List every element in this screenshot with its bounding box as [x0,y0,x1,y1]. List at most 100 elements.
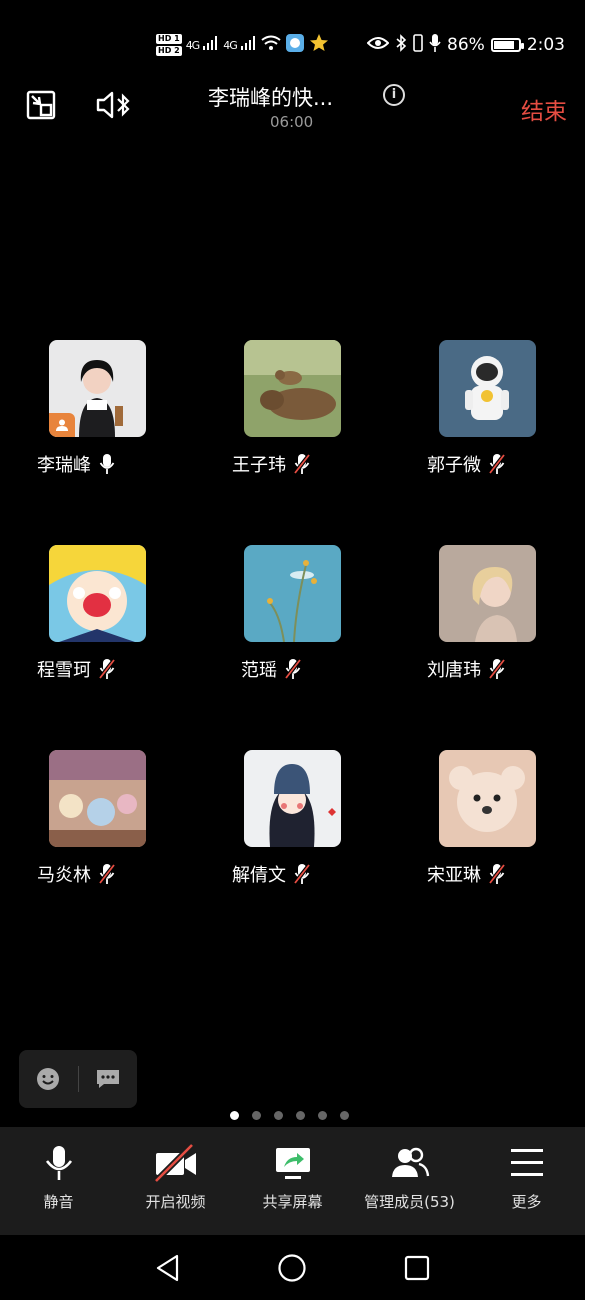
participant-name-row: 马炎林 [0,861,152,887]
back-icon[interactable] [153,1253,183,1283]
minimize-window-icon[interactable] [24,88,58,122]
start-video-button[interactable]: 开启视频 [117,1127,234,1235]
chat-button[interactable] [79,1050,138,1108]
hd1-label: HD 1 [156,34,182,44]
star-icon [309,33,329,58]
members-label: 管理成员(53) [364,1193,455,1211]
participant-name-row: 范瑶 [195,656,347,682]
avatar [49,750,146,847]
participant-name-row: 程雪珂 [0,656,152,682]
more-button[interactable]: 更多 [468,1127,585,1235]
vibrate-icon [413,33,423,57]
share-screen-icon [275,1148,310,1179]
mic-muted-icon [99,658,115,680]
participant-name: 郭子微 [427,455,481,476]
manage-members-button[interactable]: 管理成员(53) [351,1127,468,1235]
network2-label: 4G [223,38,237,52]
network1-label: 4G [185,38,200,52]
meeting-title: 李瑞峰的快... [208,86,334,110]
page-dot[interactable] [274,1111,283,1120]
battery-icon [490,38,524,52]
chat-bubble-icon [96,1070,119,1088]
battery-text: 86% [447,35,485,55]
clock: 2:03 [526,35,565,55]
home-icon[interactable] [277,1253,307,1283]
eye-icon [366,35,390,55]
status-bar: HD 1 HD 2 4G 4G 86% 2:03 [156,28,565,62]
more-label: 更多 [511,1193,542,1211]
wifi-icon [261,35,281,56]
participant-tile[interactable]: 解倩文 [195,750,347,887]
page-dot[interactable] [230,1111,239,1120]
participant-name: 解倩文 [232,865,286,886]
mic-muted-icon [285,658,301,680]
quick-actions [19,1050,137,1108]
speaker-bluetooth-icon[interactable] [94,88,130,122]
meeting-screen: HD 1 HD 2 4G 4G 86% 2:03 李瑞峰的快... 06:00 … [0,0,585,1300]
participant-name: 李瑞峰 [37,455,91,476]
mic-muted-icon [294,863,310,885]
meeting-header: 李瑞峰的快... 06:00 i 结束 [0,78,585,138]
mic-muted-icon [99,863,115,885]
page-dot[interactable] [318,1111,327,1120]
participant-tile[interactable]: 马炎林 [0,750,152,887]
mute-label: 静音 [43,1193,74,1211]
microphone-icon [45,1146,72,1180]
participant-tile[interactable]: 程雪珂 [0,545,152,682]
mic-status-icon [429,33,441,57]
avatar [439,750,536,847]
app-icon [285,33,305,58]
mic-on-icon [99,454,115,474]
hd2-label: HD 2 [156,46,182,56]
hd-indicator: HD 1 HD 2 [156,33,182,57]
participant-name-row: 刘唐玮 [390,656,542,682]
participant-name-row: 解倩文 [195,861,347,887]
meeting-toolbar: 静音 开启视频 共享屏幕 管理成员(53) 更多 [0,1127,585,1235]
participant-name: 王子玮 [232,455,286,476]
page-dot[interactable] [252,1111,261,1120]
mute-button[interactable]: 静音 [0,1127,117,1235]
share-screen-button[interactable]: 共享屏幕 [234,1127,351,1235]
participant-name: 程雪珂 [37,660,91,681]
participant-name: 马炎林 [37,865,91,886]
participant-tile[interactable]: 王子玮 [195,340,347,477]
participant-name-row: 宋亚琳 [390,861,542,887]
mic-muted-icon [489,453,505,475]
mic-muted-icon [489,863,505,885]
share-label: 共享屏幕 [262,1193,323,1211]
participant-tile[interactable]: 范瑶 [195,545,347,682]
members-icon [391,1147,429,1177]
avatar [244,545,341,642]
info-icon[interactable]: i [383,84,405,106]
end-meeting-button[interactable]: 结束 [521,92,567,126]
participant-name-row: 王子玮 [195,451,347,477]
participant-tile[interactable]: 李瑞峰 [0,340,152,477]
participant-tile[interactable]: 刘唐玮 [390,545,542,682]
video-off-icon [153,1143,196,1183]
participant-name-row: 郭子微 [390,451,542,477]
meeting-timer: 06:00 [270,113,314,131]
participant-tile[interactable]: 郭子微 [390,340,542,477]
participant-name: 范瑶 [241,660,277,681]
avatar [244,340,341,437]
participant-tile[interactable]: 宋亚琳 [390,750,542,887]
page-dot[interactable] [296,1111,305,1120]
menu-icon [510,1149,543,1176]
avatar [439,340,536,437]
system-nav-bar [0,1235,585,1300]
recents-icon[interactable] [402,1253,432,1283]
page-indicator[interactable] [230,1111,349,1120]
mic-muted-icon [489,658,505,680]
emoji-button[interactable] [19,1050,78,1108]
signal-icon [203,35,219,55]
avatar [244,750,341,847]
page-dot[interactable] [340,1111,349,1120]
participant-name: 宋亚琳 [427,865,481,886]
signal-icon [240,35,257,55]
participant-name-row: 李瑞峰 [0,451,152,477]
avatar [49,340,146,437]
video-label: 开启视频 [145,1193,206,1211]
bluetooth-icon [395,33,407,57]
avatar [439,545,536,642]
smile-icon [37,1068,60,1090]
